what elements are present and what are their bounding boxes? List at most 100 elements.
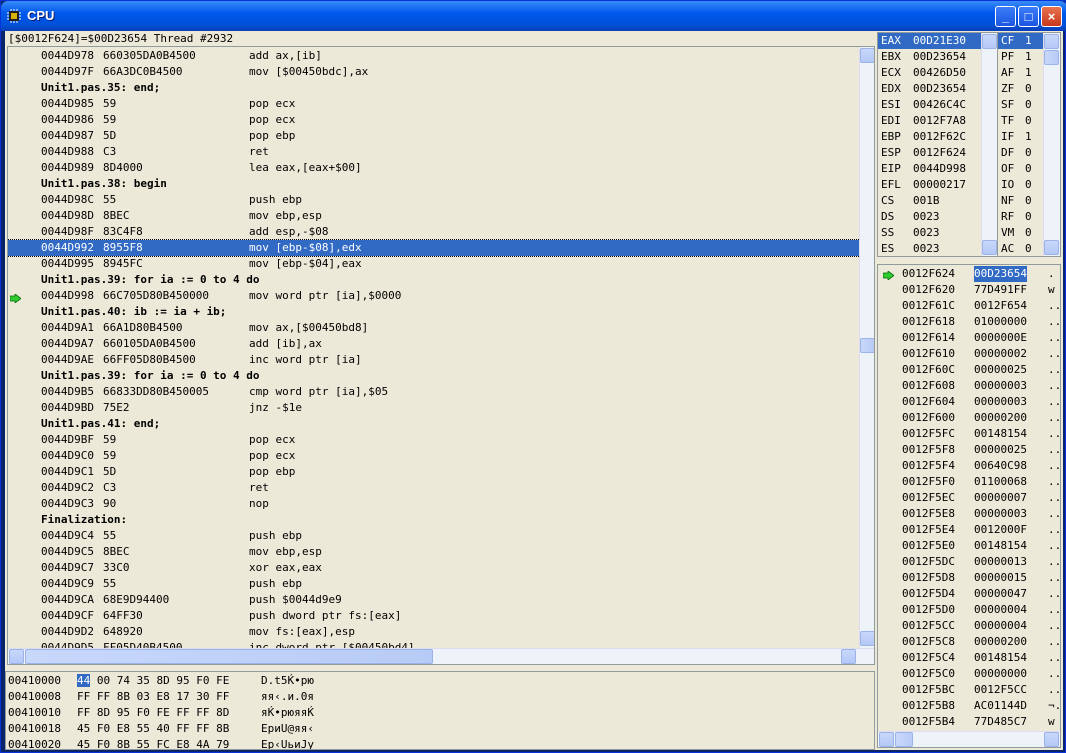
maximize-button[interactable]: □ — [1018, 6, 1039, 27]
hscroll-thumb[interactable] — [895, 732, 913, 747]
stack-row[interactable]: 0012F5E0 00148154.. — [878, 538, 1060, 554]
stack-row[interactable]: 0012F5CC 00000004.. — [878, 618, 1060, 634]
disasm-line[interactable]: 0044D9C0 59 pop ecx — [8, 448, 860, 464]
source-line[interactable]: Unit1.pas.39: for ia := 0 to 4 do — [8, 272, 860, 288]
disasm-line[interactable]: 0044D98F 83C4F8 add esp,-$08 — [8, 224, 860, 240]
stack-row[interactable]: 0012F5F4 00640C98.. — [878, 458, 1060, 474]
disasm-line[interactable]: 0044D9CF 64FF30 push dword ptr fs:[eax] — [8, 608, 860, 624]
stack-row[interactable]: 0012F614 0000000E.. — [878, 330, 1060, 346]
scroll-down-button[interactable] — [982, 240, 997, 255]
dump-selected-byte[interactable]: 44 — [77, 674, 91, 687]
flags-vscrollbar[interactable] — [1043, 33, 1060, 256]
source-line[interactable]: Unit1.pas.40: ib := ia + ib; — [8, 304, 860, 320]
disasm-line[interactable]: 0044D988 C3 ret — [8, 144, 860, 160]
stack-row[interactable]: 0012F608 00000003.. — [878, 378, 1060, 394]
disasm-line[interactable]: 0044D9C3 90 nop — [8, 496, 860, 512]
stack-row[interactable]: 0012F5C8 00000200.. — [878, 634, 1060, 650]
stack-row[interactable]: 0012F600 00000200.. — [878, 410, 1060, 426]
scroll-right-button[interactable] — [1044, 732, 1059, 747]
disasm-line[interactable]: 0044D987 5D pop ebp — [8, 128, 860, 144]
disasm-line[interactable]: 0044D9C1 5D pop ebp — [8, 464, 860, 480]
stack-row[interactable]: 0012F5C4 00148154.. — [878, 650, 1060, 666]
memory-dump-pane[interactable]: 00410000 44 00 74 35 8D 95 F0 FE D.t5Ќ•рю 0… — [5, 671, 875, 750]
disasm-line[interactable]: 0044D9C2 C3 ret — [8, 480, 860, 496]
source-line[interactable]: Unit1.pas.35: end; — [8, 80, 860, 96]
stack-row[interactable]: 0012F610 00000002.. — [878, 346, 1060, 362]
stack-row[interactable]: 0012F604 00000003.. — [878, 394, 1060, 410]
disasm-line[interactable]: 0044D9C7 33C0 xor eax,eax — [8, 560, 860, 576]
minimize-button[interactable]: _ — [995, 6, 1016, 27]
disasm-line[interactable]: 0044D9C4 55 push ebp — [8, 528, 860, 544]
disasm-line[interactable]: 0044D98C 55 push ebp — [8, 192, 860, 208]
dump-row[interactable]: 00410000 44 00 74 35 8D 95 F0 FE D.t5Ќ•рю — [6, 673, 874, 689]
stack-row[interactable]: 0012F5B4 77D485C7 w — [878, 714, 1060, 730]
stack-row[interactable]: 0012F5E4 0012000F.. — [878, 522, 1060, 538]
dump-row[interactable]: 00410018 45 F0 E8 55 40 FF FF 8B ЕриU@яя‹ — [6, 721, 874, 737]
stack-row[interactable]: 0012F5F8 00000025.. — [878, 442, 1060, 458]
stack-row[interactable]: 0012F61C 0012F654.. — [878, 298, 1060, 314]
disassembly-pane[interactable]: 0044D978 660305DA0B4500 add ax,[ib] 0044D97… — [7, 46, 875, 665]
stack-row[interactable]: 0012F5D4 00000047.. — [878, 586, 1060, 602]
disasm-line[interactable]: 0044D995 8945FC mov [ebp-$04],eax — [8, 256, 860, 272]
dump-row[interactable]: 00410010 FF 8D 95 F0 FE FF FF 8D яЌ•рюяяЌ — [6, 705, 874, 721]
stack-row[interactable]: 0012F5EC 00000007.. — [878, 490, 1060, 506]
dump-row[interactable]: 00410008 FF FF 8B 03 E8 17 30 FF яя‹.и.0я — [6, 689, 874, 705]
hscroll-thumb[interactable] — [25, 649, 433, 664]
title-bar[interactable]: CPU _ □ × — [1, 1, 1066, 31]
disasm-line[interactable]: 0044D989 8D4000 lea eax,[eax+$00] — [8, 160, 860, 176]
source-line[interactable]: Unit1.pas.41: end; — [8, 416, 860, 432]
registers-vscrollbar[interactable] — [981, 33, 998, 256]
stack-row[interactable]: 0012F5C0 00000000.. — [878, 666, 1060, 682]
registers-pane[interactable]: EAX 00D21E30 EBX 00D23654 ECX 00426D50 EDX 00D2… — [877, 32, 1003, 257]
stack-row[interactable]: 0012F5F0 01100068.. — [878, 474, 1060, 490]
disasm-line[interactable]: 0044D992 8955F8 mov [ebp-$08],edx — [8, 239, 861, 257]
stack-row[interactable]: 0012F60C 00000025.. — [878, 362, 1060, 378]
scroll-up-button[interactable] — [982, 34, 997, 49]
dump-row[interactable]: 00410020 45 F0 8B 55 FC E8 4A 79 Ер‹UьиJy — [6, 737, 874, 749]
stack-row[interactable]: 0012F5D0 00000004.. — [878, 602, 1060, 618]
disasm-line[interactable]: 0044D9CA 68E9D94400 push $0044d9e9 — [8, 592, 860, 608]
disasm-line[interactable]: 0044D9A7 660105DA0B4500 add [ib],ax — [8, 336, 860, 352]
stack-row[interactable]: 0012F5E8 00000003.. — [878, 506, 1060, 522]
stack-hscrollbar[interactable] — [878, 731, 1060, 747]
disasm-line[interactable]: 0044D9AE 66FF05D80B4500 inc word ptr [ia] — [8, 352, 860, 368]
stack-pane[interactable]: 0012F624 00D23654. 0012F620 77D491FF w 0012F6… — [877, 264, 1061, 748]
stack-row[interactable]: 0012F618 01000000.. — [878, 314, 1060, 330]
disasm-line[interactable]: 0044D9BF 59 pop ecx — [8, 432, 860, 448]
scroll-up-button[interactable] — [1044, 34, 1059, 49]
disassembly-vscrollbar[interactable] — [859, 47, 874, 648]
stack-row[interactable]: 0012F5BC 0012F5CC.. — [878, 682, 1060, 698]
scroll-left-button[interactable] — [879, 732, 894, 747]
disasm-line[interactable]: 0044D998 66C705D80B450000 mov word ptr [ia… — [8, 288, 860, 304]
stack-row[interactable]: 0012F5DC 00000013.. — [878, 554, 1060, 570]
disasm-line[interactable]: 0044D9D2 648920 mov fs:[eax],esp — [8, 624, 860, 640]
source-line[interactable]: Unit1.pas.39: for ia := 0 to 4 do — [8, 368, 860, 384]
scroll-up-button[interactable] — [860, 48, 874, 63]
scroll-down-button[interactable] — [1044, 240, 1059, 255]
disasm-line[interactable]: 0044D98D 8BEC mov ebp,esp — [8, 208, 860, 224]
scroll-thumb[interactable] — [860, 338, 874, 353]
disasm-line[interactable]: 0044D9C5 8BEC mov ebp,esp — [8, 544, 860, 560]
disasm-line[interactable]: 0044D985 59 pop ecx — [8, 96, 860, 112]
disasm-line[interactable]: 0044D9A1 66A1D80B4500 mov ax,[$00450bd8] — [8, 320, 860, 336]
disasm-line[interactable]: 0044D9C9 55 push ebp — [8, 576, 860, 592]
disasm-line[interactable]: 0044D986 59 pop ecx — [8, 112, 860, 128]
close-button[interactable]: × — [1041, 6, 1062, 27]
source-line[interactable]: Finalization: — [8, 512, 860, 528]
scroll-left-button[interactable] — [9, 649, 24, 664]
stack-row[interactable]: 0012F5D8 00000015.. — [878, 570, 1060, 586]
stack-row[interactable]: 0012F5FC 00148154.. — [878, 426, 1060, 442]
disasm-line[interactable]: 0044D9BD 75E2 jnz -$1e — [8, 400, 860, 416]
source-line[interactable]: Unit1.pas.38: begin — [8, 176, 860, 192]
disasm-line[interactable]: 0044D978 660305DA0B4500 add ax,[ib] — [8, 48, 860, 64]
stack-row[interactable]: 0012F620 77D491FF w — [878, 282, 1060, 298]
disasm-line[interactable]: 0044D97F 66A3DC0B4500 mov [$00450bdc],ax — [8, 64, 860, 80]
disassembly-hscrollbar[interactable] — [8, 648, 874, 664]
scroll-thumb[interactable] — [1044, 50, 1059, 65]
scroll-down-button[interactable] — [860, 631, 874, 646]
stack-row[interactable]: 0012F5B8 AC01144D ¬. — [878, 698, 1060, 714]
disasm-line[interactable]: 0044D9B5 66833DD80B450005 cmp word ptr [ia… — [8, 384, 860, 400]
stack-row[interactable]: 0012F624 00D23654. — [878, 266, 1060, 282]
scroll-right-button[interactable] — [841, 649, 856, 664]
flags-pane[interactable]: CF 1 PF 1 AF 1 ZF 0 SF 0 TF 0 IF 1 DF 0 OF 0 IO 0 NF 0 RF 0 VM 0 A… — [997, 32, 1061, 257]
